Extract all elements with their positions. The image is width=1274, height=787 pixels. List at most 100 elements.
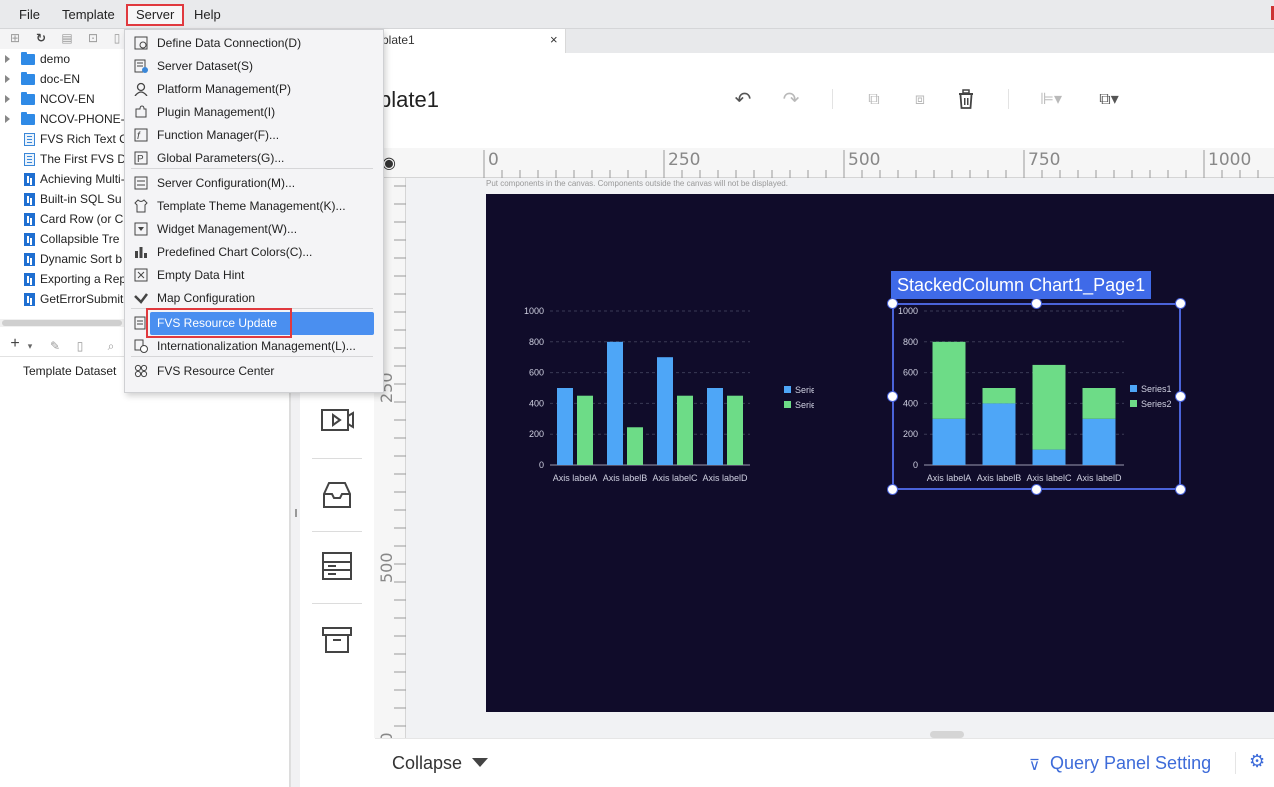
menu-item-label: FVS Resource Update — [157, 316, 278, 330]
video-icon[interactable] — [319, 406, 355, 436]
edit-icon[interactable]: ✎ — [48, 339, 62, 353]
paste-icon[interactable]: ⧈ — [909, 89, 931, 111]
template-list-icon[interactable]: ▤ — [60, 31, 74, 45]
column-chart[interactable]: 0 200 400 600 800 1000 Axis labelA Axis labelB A… — [514, 294, 826, 494]
chevron-right-icon[interactable] — [5, 75, 10, 83]
resize-handle[interactable] — [887, 391, 898, 402]
menu-item-define-data-connection[interactable]: Define Data Connection(D) — [125, 32, 383, 55]
resize-handle[interactable] — [1031, 484, 1042, 495]
collapse-button[interactable]: Collapse — [392, 753, 462, 774]
canvas-hint: Put components in the canvas. Components… — [486, 179, 788, 188]
menu-item-widget-management[interactable]: Widget Management(W)... — [125, 218, 383, 241]
archive-icon[interactable] — [319, 625, 355, 655]
chevron-down-icon[interactable]: ▾ — [23, 339, 37, 353]
add-icon[interactable]: + — [8, 336, 22, 352]
tree-item-label: Achieving Multi- — [40, 172, 125, 186]
fvs-template-icon — [24, 273, 35, 286]
undo-icon[interactable]: ↶ — [732, 89, 754, 111]
menu-item-fvs-resource-update[interactable]: FVS Resource Update — [125, 308, 383, 338]
menu-item-server-configuration[interactable]: Server Configuration(M)... — [125, 172, 383, 195]
ruler-label: 750 — [1028, 150, 1061, 170]
document-icon — [24, 153, 35, 166]
bar-series2 — [577, 395, 593, 465]
bar-series1 — [557, 388, 573, 465]
resize-handle[interactable] — [1175, 298, 1186, 309]
chevron-right-icon[interactable] — [5, 55, 10, 63]
chevron-right-icon[interactable] — [5, 95, 10, 103]
resize-handle[interactable] — [887, 484, 898, 495]
bar-chart-icon — [135, 247, 147, 258]
map-config-icon — [134, 293, 148, 304]
empty-data-icon — [134, 268, 148, 282]
x-tick-label: Axis labelB — [603, 473, 648, 483]
menu-item-internationalization-management[interactable]: Internationalization Management(L)... — [125, 335, 383, 358]
resize-handle[interactable] — [1175, 391, 1186, 402]
y-tick-label: 0 — [539, 460, 544, 470]
menu-item-label: Predefined Chart Colors(C)... — [157, 245, 313, 259]
tree-item-label: NCOV-EN — [40, 92, 95, 106]
canvas-scrollbar[interactable] — [930, 731, 964, 738]
menu-item-platform-management[interactable]: Platform Management(P) — [125, 78, 383, 101]
delete-icon[interactable]: ▯ — [110, 31, 124, 45]
tree-item-label: demo — [40, 52, 71, 66]
menu-item-global-parameters[interactable]: P Global Parameters(G)... — [125, 147, 383, 170]
menu-template[interactable]: Template — [54, 4, 123, 26]
menu-item-server-dataset[interactable]: Server Dataset(S) — [125, 55, 383, 78]
fvs-template-icon — [24, 253, 35, 266]
menu-item-label: Empty Data Hint — [157, 268, 245, 282]
menu-item-empty-data-hint[interactable]: Empty Data Hint — [125, 264, 383, 287]
inbox-icon[interactable] — [319, 480, 355, 510]
horizontal-ruler: 0 250 500 750 1000 ◉ — [374, 148, 1274, 178]
chevron-right-icon[interactable] — [5, 115, 10, 123]
new-folder-icon[interactable]: ⊞ — [8, 31, 22, 45]
legend-swatch — [784, 386, 791, 393]
delete-icon[interactable]: ▯ — [73, 339, 87, 353]
gear-icon[interactable]: ⚙ — [1249, 751, 1265, 772]
menu-item-fvs-resource-center[interactable]: FVS Resource Center — [125, 360, 383, 383]
menu-item-predefined-chart-colors[interactable]: Predefined Chart Colors(C)... — [125, 241, 383, 264]
layers-icon[interactable]: ⧉▾ — [1098, 89, 1120, 111]
menu-item-label: Internationalization Management(L)... — [157, 339, 356, 353]
tab-label: plate1 — [382, 33, 415, 47]
resize-handle[interactable] — [1175, 484, 1186, 495]
copy-icon[interactable]: ⧉ — [863, 89, 885, 111]
menu-file[interactable]: File — [11, 4, 48, 26]
y-tick-label: 200 — [529, 429, 544, 439]
resize-handle[interactable] — [1031, 298, 1042, 309]
menu-item-function-manager[interactable]: f Function Manager(F)... — [125, 124, 383, 147]
tree-item-label: Collapsible Tre — [40, 232, 120, 246]
tree-item-label: Built-in SQL Su — [40, 192, 122, 206]
form-layout-icon[interactable] — [319, 551, 355, 581]
menu-item-label: Plugin Management(I) — [157, 105, 276, 119]
align-left-icon[interactable]: ⊫▾ — [1040, 89, 1062, 111]
eye-icon[interactable]: ◉ — [382, 153, 396, 173]
menu-item-plugin-management[interactable]: Plugin Management(I) — [125, 101, 383, 124]
tree-item-label: Card Row (or C — [40, 212, 124, 226]
folder-icon — [21, 52, 35, 65]
menu-item-label: FVS Resource Center — [157, 364, 275, 378]
ruler-ticks — [483, 150, 1259, 178]
y-tick-label: 400 — [529, 398, 544, 408]
ruler-label: 500 — [848, 150, 881, 170]
selection-frame[interactable] — [892, 303, 1181, 490]
preview-icon[interactable]: ⌕ — [104, 339, 118, 353]
close-icon[interactable]: × — [550, 32, 558, 47]
delete-icon[interactable] — [955, 89, 977, 111]
redo-icon[interactable]: ↷ — [780, 89, 802, 111]
tree-item-label: GetErrorSubmit — [40, 292, 124, 306]
filter-icon[interactable]: ⊽ — [1029, 756, 1040, 774]
x-tick-label: Axis labelD — [702, 473, 748, 483]
server-menu-dropdown: Define Data Connection(D) Server Dataset(… — [124, 29, 384, 393]
menu-server[interactable]: Server — [126, 4, 185, 26]
chart-title-label: StackedColumn Chart1_Page1 — [891, 271, 1152, 299]
chevron-down-icon[interactable] — [472, 758, 488, 767]
menu-item-template-theme-management[interactable]: Template Theme Management(K)... — [125, 195, 383, 218]
menu-help[interactable]: Help — [186, 4, 229, 26]
menu-item-map-configuration[interactable]: Map Configuration — [125, 287, 383, 310]
menu-item-label: Widget Management(W)... — [157, 222, 298, 236]
design-canvas[interactable]: 0 200 400 600 800 1000 Axis labelA Axis labelB A… — [486, 194, 1274, 712]
query-panel-setting-button[interactable]: Query Panel Setting — [1050, 753, 1211, 774]
settings-grid-icon[interactable]: ⊡ — [86, 31, 100, 45]
resize-handle[interactable] — [887, 298, 898, 309]
refresh-icon[interactable]: ↻ — [34, 31, 48, 45]
